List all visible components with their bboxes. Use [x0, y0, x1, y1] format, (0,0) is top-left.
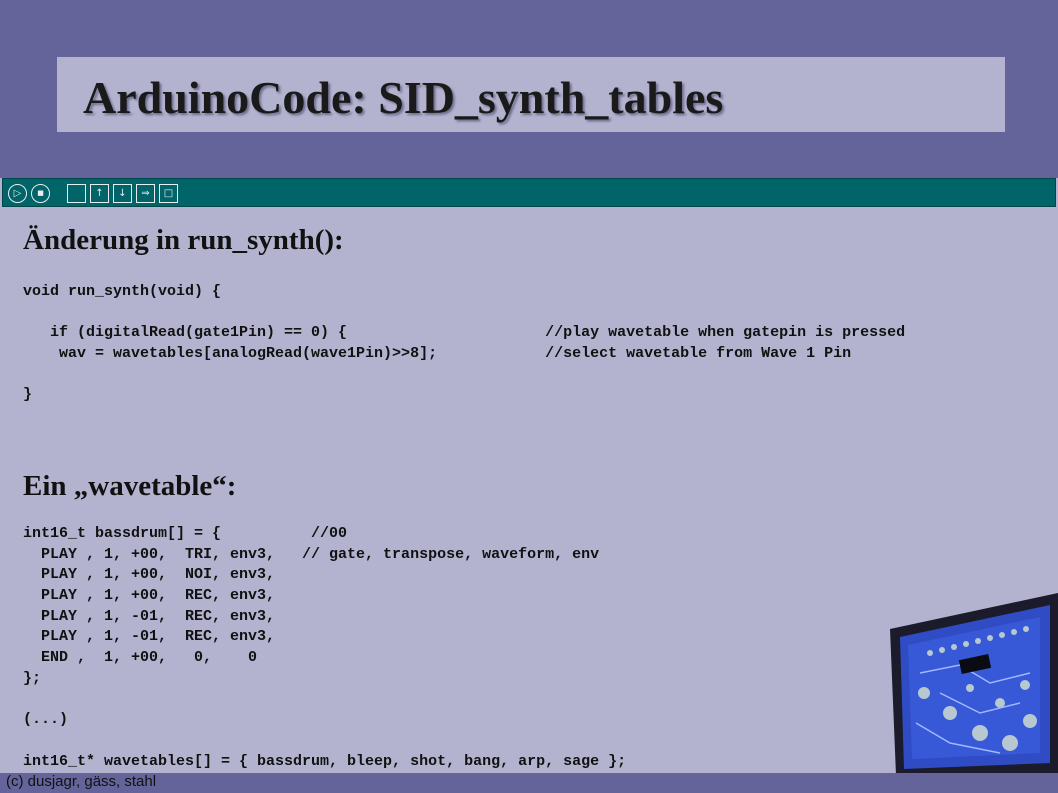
stop-icon[interactable]: ■ — [31, 184, 50, 203]
code-line: void run_synth(void) { — [23, 283, 222, 300]
code-line: PLAY , 1, -01, REC, env3, — [23, 607, 276, 625]
section-heading-wavetable: Ein „wavetable“: — [23, 470, 237, 502]
code-line: int16_t* wavetables[] = { bassdrum, blee… — [23, 752, 627, 770]
copyright-text: (c) dusjagr, gäss, stahl — [6, 773, 157, 790]
save-icon[interactable]: ↓ — [113, 184, 132, 203]
section-heading-run-synth: Änderung in run_synth(): — [23, 224, 344, 256]
code-line: PLAY , 1, +00, TRI, env3, // gate, trans… — [23, 545, 600, 563]
code-line: PLAY , 1, +00, REC, env3, — [23, 587, 276, 605]
slide-title: ArduinoCode: SID_synth_tables — [83, 72, 724, 123]
code-line: END , 1, +00, 0, 0 — [23, 649, 258, 667]
code-line: PLAY , 1, +00, NOI, env3, — [23, 566, 276, 584]
open-icon[interactable]: ↑ — [90, 184, 109, 203]
code-block-run-synth: void run_synth(void) { if (digitalRead(g… — [23, 282, 905, 406]
code-line: if (digitalRead(gate1Pin) == 0) { //play… — [23, 324, 906, 342]
code-line: wav = wavetables[analogRead(wave1Pin)>>8… — [23, 345, 852, 363]
verify-icon[interactable]: ▷ — [8, 184, 27, 203]
code-block-wavetable: int16_t bassdrum[] = { //00 PLAY , 1, +0… — [23, 524, 626, 772]
title-box: ArduinoCode: SID_synth_tables — [57, 57, 1005, 132]
arduino-toolbar: ▷ ■ ↑ ↓ ⇒ □ — [2, 178, 1056, 207]
serial-monitor-icon[interactable]: □ — [159, 184, 178, 203]
code-line: PLAY , 1, -01, REC, env3, — [23, 628, 276, 646]
upload-icon[interactable]: ⇒ — [136, 184, 155, 203]
footer-bar: (c) dusjagr, gäss, stahl — [0, 773, 1058, 793]
code-line: int16_t bassdrum[] = { //00 — [23, 525, 348, 542]
code-line: } — [23, 386, 33, 404]
new-file-icon[interactable] — [67, 184, 86, 203]
code-line: }; — [23, 669, 42, 687]
arduino-board-photo — [890, 593, 1058, 775]
code-line: (...) — [23, 711, 69, 729]
